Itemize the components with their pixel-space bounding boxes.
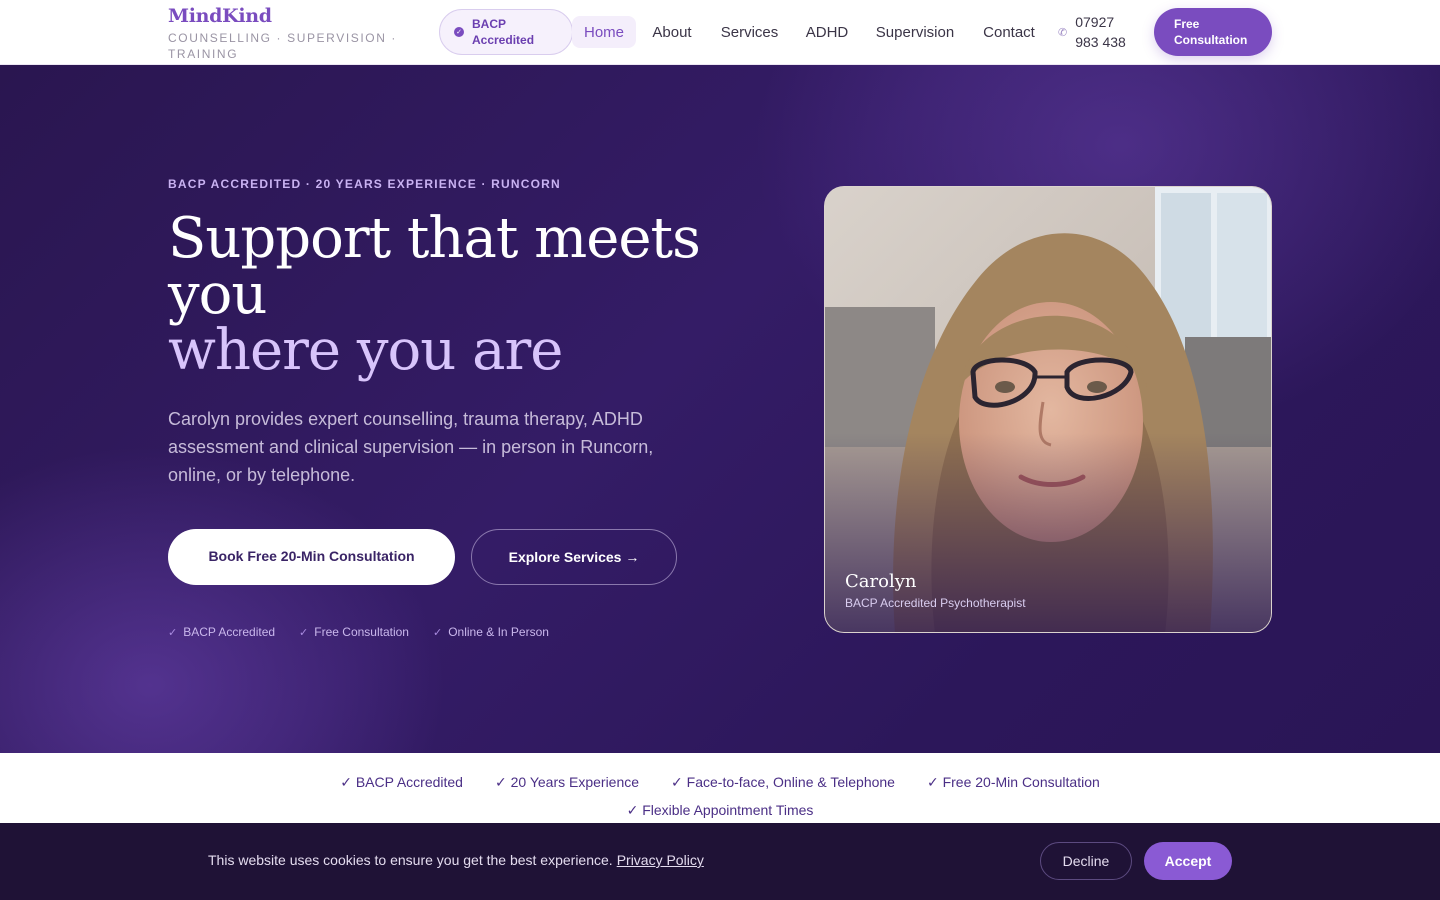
nav-about[interactable]: About bbox=[644, 16, 700, 48]
hero-section: BACP ACCREDITED · 20 YEARS EXPERIENCE · … bbox=[0, 65, 1440, 753]
caption-name: Carolyn bbox=[845, 571, 917, 592]
bacp-badge: ✓ BACP Accredited bbox=[439, 9, 573, 55]
trust-item: ✓ BACP Accredited bbox=[340, 774, 463, 790]
nav-supervision[interactable]: Supervision bbox=[868, 16, 962, 48]
trust-strip: ✓ BACP Accredited ✓ 20 Years Experience … bbox=[0, 753, 1440, 823]
brand[interactable]: MindKind COUNSELLING · SUPERVISION · TRA… bbox=[168, 5, 418, 62]
nav-adhd[interactable]: ADHD bbox=[798, 16, 856, 48]
cookie-message: This website uses cookies to ensure you … bbox=[208, 852, 704, 868]
trust-item: ✓ 20 Years Experience bbox=[494, 774, 640, 790]
hero-eyebrow: BACP ACCREDITED · 20 YEARS EXPERIENCE · … bbox=[168, 177, 561, 191]
hero-heading: Support that meets you where you are bbox=[168, 211, 728, 379]
check-label: BACP Accredited bbox=[183, 625, 276, 639]
privacy-policy-link[interactable]: Privacy Policy bbox=[617, 852, 704, 868]
check-icon: ✓ bbox=[168, 626, 178, 639]
hero-lead: Carolyn provides expert counselling, tra… bbox=[168, 409, 654, 485]
phone-icon: ✆ bbox=[1058, 26, 1068, 39]
trust-item: ✓ Flexible Appointment Times bbox=[626, 802, 814, 818]
check-circle-icon: ✓ bbox=[454, 27, 464, 37]
check-icon: ✓ bbox=[299, 626, 309, 639]
accept-button[interactable]: Accept bbox=[1144, 842, 1232, 880]
hero-heading-accent: where you are bbox=[168, 318, 563, 383]
book-consultation-button[interactable]: Book Free 20-Min Consultation bbox=[168, 529, 455, 585]
check-item: ✓ Free Consultation bbox=[299, 625, 409, 639]
check-label: Free Consultation bbox=[314, 625, 409, 639]
hero-checks: ✓ BACP Accredited ✓ Free Consultation ✓ … bbox=[168, 625, 573, 639]
nav-services[interactable]: Services bbox=[712, 16, 787, 48]
check-icon: ✓ bbox=[432, 626, 443, 639]
check-label: Online & In Person bbox=[448, 625, 549, 639]
cookie-banner: This website uses cookies to ensure you … bbox=[0, 823, 1440, 900]
phone-link[interactable]: ✆ 07927 983 438 bbox=[1058, 12, 1139, 52]
bacp-badge-label: BACP Accredited bbox=[472, 17, 535, 47]
trust-strip-row: ✓ Flexible Appointment Times bbox=[0, 802, 1440, 819]
explore-services-button[interactable]: Explore Services → bbox=[471, 529, 677, 585]
photo-caption: Carolyn BACP Accredited Psychotherapist bbox=[845, 571, 1026, 610]
trust-item: ✓ Free 20-Min Consultation bbox=[926, 774, 1100, 790]
trust-item: ✓ Face-to-face, Online & Telephone bbox=[671, 774, 895, 790]
check-item: ✓ BACP Accredited bbox=[168, 625, 275, 639]
caption-role: BACP Accredited Psychotherapist bbox=[845, 596, 1026, 610]
cookie-text: This website uses cookies to ensure you … bbox=[208, 852, 613, 868]
nav-home[interactable]: Home bbox=[572, 16, 636, 48]
free-consultation-button[interactable]: Free Consultation bbox=[1154, 8, 1272, 56]
therapist-photo: Carolyn BACP Accredited Psychotherapist bbox=[824, 186, 1272, 633]
phone-number: 07927 983 438 bbox=[1075, 14, 1126, 50]
portrait-illustration bbox=[825, 187, 1271, 632]
decline-button[interactable]: Decline bbox=[1040, 842, 1132, 880]
brand-tagline: COUNSELLING · SUPERVISION · TRAINING bbox=[168, 31, 398, 61]
trust-strip-row: ✓ BACP Accredited ✓ 20 Years Experience … bbox=[0, 774, 1440, 791]
brand-name: MindKind bbox=[168, 5, 272, 27]
nav-contact[interactable]: Contact bbox=[974, 16, 1044, 48]
check-item: ✓ Online & In Person bbox=[433, 625, 549, 639]
site-header: MindKind COUNSELLING · SUPERVISION · TRA… bbox=[0, 0, 1440, 65]
